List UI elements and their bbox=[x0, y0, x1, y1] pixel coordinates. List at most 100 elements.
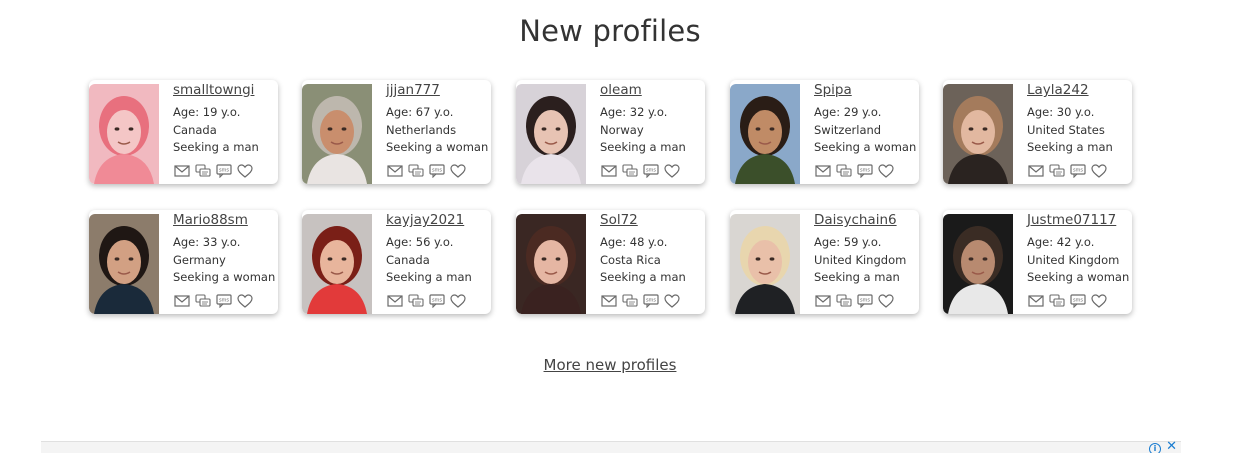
profile-country: United States bbox=[1027, 122, 1105, 137]
profile-name-link[interactable]: kayjay2021 bbox=[386, 212, 490, 230]
mail-icon[interactable] bbox=[1028, 294, 1044, 308]
heart-icon[interactable] bbox=[237, 294, 253, 308]
sms-label: sms bbox=[860, 168, 870, 174]
profile-country: Switzerland bbox=[814, 122, 882, 137]
profile-seeking: Seeking a man bbox=[814, 270, 900, 284]
profile-name-link[interactable]: jjjan777 bbox=[386, 82, 490, 100]
profile-name-link[interactable]: Mario88sm bbox=[173, 212, 277, 230]
profile-card[interactable]: Mario88sm Age: 33 y.o. Germany Seeking a wo… bbox=[89, 210, 278, 314]
sms-icon[interactable]: sms bbox=[643, 164, 659, 178]
profile-name-link[interactable]: Sol72 bbox=[600, 212, 704, 230]
profile-photo[interactable] bbox=[943, 214, 1013, 314]
profile-actions: sms bbox=[174, 293, 258, 309]
mail-icon[interactable] bbox=[174, 294, 190, 308]
profile-card[interactable]: Layla242 Age: 30 y.o. United States Seeking… bbox=[943, 80, 1132, 184]
heart-icon[interactable] bbox=[237, 164, 253, 178]
profile-info: Justme07117 Age: 42 y.o. United Kingdom See… bbox=[1027, 212, 1131, 287]
more-profiles-link[interactable]: More new profiles bbox=[544, 356, 677, 374]
heart-icon[interactable] bbox=[1091, 294, 1107, 308]
heart-icon[interactable] bbox=[450, 294, 466, 308]
heart-icon[interactable] bbox=[664, 164, 680, 178]
profile-actions: sms bbox=[815, 163, 899, 179]
chat-icon[interactable] bbox=[1049, 164, 1065, 178]
sms-icon[interactable]: sms bbox=[429, 164, 445, 178]
sms-icon[interactable]: sms bbox=[857, 164, 873, 178]
sms-icon[interactable]: sms bbox=[216, 164, 232, 178]
profile-seeking: Seeking a woman bbox=[386, 140, 489, 154]
profile-info: Layla242 Age: 30 y.o. United States Seeking… bbox=[1027, 82, 1131, 157]
profile-age: Age: 32 y.o. bbox=[600, 105, 668, 119]
sms-label: sms bbox=[646, 168, 656, 174]
profile-name-link[interactable]: Spipa bbox=[814, 82, 918, 100]
mail-icon[interactable] bbox=[601, 164, 617, 178]
chat-icon[interactable] bbox=[408, 294, 424, 308]
sms-label: sms bbox=[219, 168, 229, 174]
mail-icon[interactable] bbox=[387, 294, 403, 308]
profile-photo[interactable] bbox=[302, 84, 372, 184]
heart-icon[interactable] bbox=[878, 294, 894, 308]
profile-photo[interactable] bbox=[302, 214, 372, 314]
profile-country: Norway bbox=[600, 122, 644, 137]
profile-seeking: Seeking a man bbox=[600, 140, 686, 154]
mail-icon[interactable] bbox=[815, 294, 831, 308]
profile-card[interactable]: Spipa Age: 29 y.o. Switzerland Seeking a wo… bbox=[730, 80, 919, 184]
profile-name-link[interactable]: Layla242 bbox=[1027, 82, 1131, 100]
sms-icon[interactable]: sms bbox=[1070, 164, 1086, 178]
profile-actions: sms bbox=[815, 293, 899, 309]
heart-icon[interactable] bbox=[1091, 164, 1107, 178]
profile-photo[interactable] bbox=[89, 214, 159, 314]
profile-card[interactable]: Sol72 Age: 48 y.o. Costa Rica Seeking a man… bbox=[516, 210, 705, 314]
sms-icon[interactable]: sms bbox=[216, 294, 232, 308]
heart-icon[interactable] bbox=[450, 164, 466, 178]
chat-icon[interactable] bbox=[836, 164, 852, 178]
profile-photo[interactable] bbox=[516, 214, 586, 314]
sms-icon[interactable]: sms bbox=[1070, 294, 1086, 308]
profile-seeking: Seeking a man bbox=[1027, 140, 1113, 154]
profile-info: smalltowngi Age: 19 y.o. Canada Seeking a m… bbox=[173, 82, 277, 157]
heart-icon[interactable] bbox=[878, 164, 894, 178]
chat-icon[interactable] bbox=[408, 164, 424, 178]
chat-icon[interactable] bbox=[1049, 294, 1065, 308]
profile-name-link[interactable]: Justme07117 bbox=[1027, 212, 1131, 230]
profile-name-link[interactable]: Daisychain6 bbox=[814, 212, 918, 230]
profile-card[interactable]: oleam Age: 32 y.o. Norway Seeking a man sms bbox=[516, 80, 705, 184]
profile-actions: sms bbox=[387, 293, 471, 309]
profile-name-link[interactable]: oleam bbox=[600, 82, 704, 100]
profile-card[interactable]: Daisychain6 Age: 59 y.o. United Kingdom See… bbox=[730, 210, 919, 314]
profile-photo[interactable] bbox=[89, 84, 159, 184]
profile-photo[interactable] bbox=[943, 84, 1013, 184]
profile-card[interactable]: jjjan777 Age: 67 y.o. Netherlands Seeking a… bbox=[302, 80, 491, 184]
sms-label: sms bbox=[1073, 168, 1083, 174]
profile-actions: sms bbox=[387, 163, 471, 179]
chat-icon[interactable] bbox=[836, 294, 852, 308]
chat-icon[interactable] bbox=[622, 164, 638, 178]
profile-photo[interactable] bbox=[730, 214, 800, 314]
profile-seeking: Seeking a man bbox=[173, 140, 259, 154]
profile-info: Mario88sm Age: 33 y.o. Germany Seeking a wo… bbox=[173, 212, 277, 287]
profile-card[interactable]: smalltowngi Age: 19 y.o. Canada Seeking a m… bbox=[89, 80, 278, 184]
mail-icon[interactable] bbox=[815, 164, 831, 178]
mail-icon[interactable] bbox=[601, 294, 617, 308]
profile-age: Age: 56 y.o. bbox=[386, 235, 454, 249]
sms-icon[interactable]: sms bbox=[429, 294, 445, 308]
heart-icon[interactable] bbox=[664, 294, 680, 308]
profile-photo[interactable] bbox=[516, 84, 586, 184]
mail-icon[interactable] bbox=[174, 164, 190, 178]
profile-seeking: Seeking a man bbox=[386, 270, 472, 284]
profile-card[interactable]: Justme07117 Age: 42 y.o. United Kingdom See… bbox=[943, 210, 1132, 314]
profile-age: Age: 30 y.o. bbox=[1027, 105, 1095, 119]
sms-icon[interactable]: sms bbox=[643, 294, 659, 308]
sms-icon[interactable]: sms bbox=[857, 294, 873, 308]
profile-country: Germany bbox=[173, 252, 226, 267]
mail-icon[interactable] bbox=[1028, 164, 1044, 178]
close-icon[interactable]: ✕ bbox=[1166, 440, 1177, 453]
profile-age: Age: 19 y.o. bbox=[173, 105, 241, 119]
mail-icon[interactable] bbox=[387, 164, 403, 178]
info-icon[interactable]: i bbox=[1149, 443, 1161, 453]
profile-name-link[interactable]: smalltowngi bbox=[173, 82, 277, 100]
chat-icon[interactable] bbox=[195, 294, 211, 308]
chat-icon[interactable] bbox=[622, 294, 638, 308]
chat-icon[interactable] bbox=[195, 164, 211, 178]
profile-card[interactable]: kayjay2021 Age: 56 y.o. Canada Seeking a ma… bbox=[302, 210, 491, 314]
profile-photo[interactable] bbox=[730, 84, 800, 184]
